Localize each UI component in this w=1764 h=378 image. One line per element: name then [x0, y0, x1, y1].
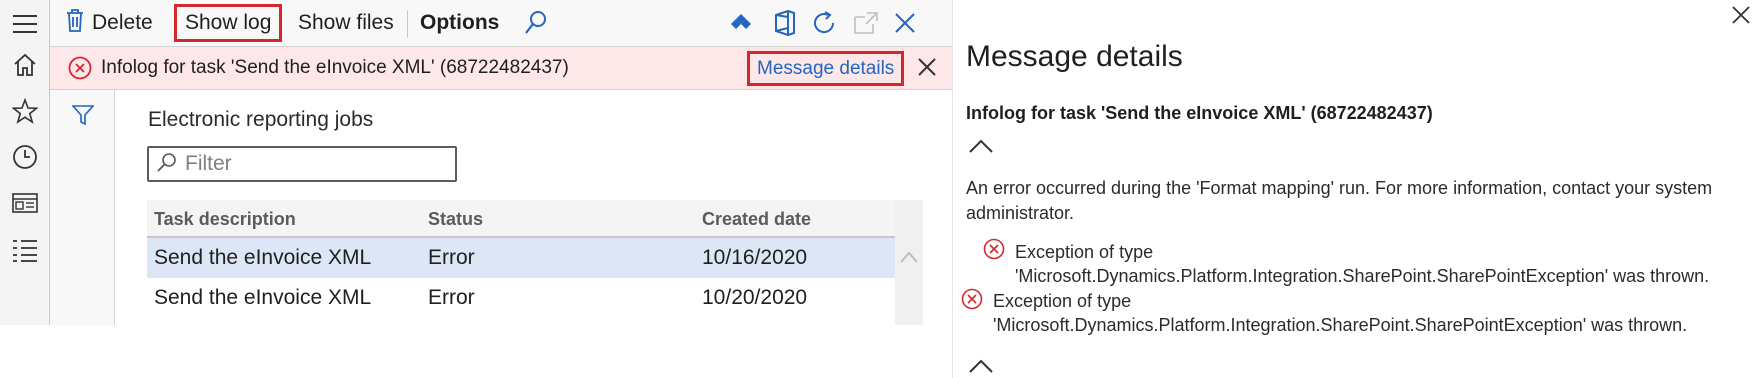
scroll-up-icon[interactable] — [899, 250, 919, 269]
table-row[interactable]: Send the eInvoice XML Error 10/16/2020 — [147, 238, 922, 278]
cell-status: Error — [428, 286, 475, 309]
workspace-icon[interactable] — [11, 189, 39, 217]
toolbar-divider — [407, 10, 408, 38]
star-icon[interactable] — [11, 97, 39, 125]
search-icon[interactable] — [524, 4, 548, 42]
exception-detail: 'Microsoft.Dynamics.Platform.Integration… — [1015, 266, 1710, 286]
action-pane: Delete Show log Show files Options — [50, 0, 952, 47]
navigation-rail — [0, 0, 50, 325]
error-icon — [961, 288, 983, 315]
close-panel-icon[interactable] — [1730, 4, 1752, 31]
main-content: Electronic reporting jobs Task descripti… — [116, 90, 952, 325]
exception-title: Exception of type — [993, 291, 1132, 311]
refresh-icon[interactable] — [809, 8, 839, 38]
exception-title: Exception of type — [1015, 242, 1154, 262]
panel-title: Message details — [966, 40, 1183, 73]
cell-task-description: Send the eInvoice XML — [154, 286, 372, 309]
show-log-button[interactable]: Show log — [174, 4, 283, 42]
office-icon[interactable] — [770, 8, 800, 38]
error-icon — [983, 238, 1005, 265]
dismiss-message-icon[interactable] — [916, 56, 938, 83]
column-header-status[interactable]: Status — [428, 209, 483, 230]
hamburger-icon[interactable] — [11, 10, 39, 38]
connected-icon[interactable] — [726, 8, 756, 38]
close-icon[interactable] — [890, 8, 920, 38]
show-files-button[interactable]: Show files — [298, 4, 394, 42]
funnel-icon[interactable] — [71, 104, 95, 131]
column-header-created-date[interactable]: Created date — [702, 209, 811, 230]
message-details-panel: Message details Infolog for task 'Send t… — [952, 0, 1764, 378]
home-icon[interactable] — [11, 51, 39, 79]
grid-header: Task description Status Created date — [147, 200, 922, 238]
cell-created-date: 10/20/2020 — [702, 286, 808, 309]
filter-pane — [50, 90, 115, 325]
search-icon — [157, 152, 177, 177]
message-details-link[interactable]: Message details — [747, 51, 905, 86]
delete-label: Delete — [92, 11, 153, 34]
exception-entry: Exception of type 'Microsoft.Dynamics.Pl… — [993, 289, 1687, 337]
trash-icon — [66, 8, 84, 38]
delete-button[interactable]: Delete — [66, 4, 153, 42]
jobs-grid: Task description Status Created date Sen… — [147, 200, 922, 318]
list-icon[interactable] — [11, 236, 39, 264]
page-title: Electronic reporting jobs — [148, 108, 374, 131]
filter-field[interactable] — [147, 146, 457, 182]
exception-detail: 'Microsoft.Dynamics.Platform.Integration… — [993, 315, 1688, 335]
grid-scrollbar[interactable] — [895, 200, 923, 325]
message-text: Infolog for task 'Send the eInvoice XML'… — [101, 57, 569, 78]
exception-entry: Exception of type 'Microsoft.Dynamics.Pl… — [1015, 240, 1709, 288]
error-message: An error occurred during the 'Format map… — [966, 178, 1713, 223]
cell-created-date: 10/16/2020 — [702, 246, 808, 269]
panel-subtitle: Infolog for task 'Send the eInvoice XML'… — [966, 103, 1433, 123]
open-new-window-icon[interactable] — [851, 8, 881, 38]
error-message-bar: Infolog for task 'Send the eInvoice XML'… — [50, 47, 952, 90]
cell-task-description: Send the eInvoice XML — [154, 246, 372, 269]
chevron-up-icon[interactable] — [968, 358, 994, 378]
table-row[interactable]: Send the eInvoice XML Error 10/20/2020 — [147, 278, 922, 318]
filter-input[interactable] — [185, 152, 425, 176]
cell-status: Error — [428, 246, 475, 269]
error-icon — [68, 56, 92, 85]
options-tab[interactable]: Options — [420, 4, 499, 42]
chevron-up-icon[interactable] — [968, 138, 994, 159]
column-header-task-description[interactable]: Task description — [154, 209, 296, 230]
clock-icon[interactable] — [11, 143, 39, 171]
